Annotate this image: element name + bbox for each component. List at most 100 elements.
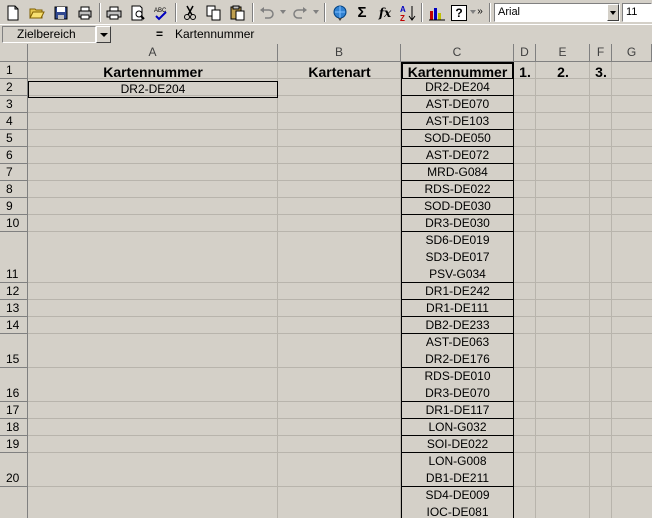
- print-preview-icon[interactable]: [75, 3, 95, 22]
- row-number: 10: [6, 216, 20, 230]
- cell-cnext[interactable]: SD4-DE009 IOC-DE081: [401, 486, 514, 518]
- cell-c15[interactable]: AST-DE063 DR2-DE176: [401, 333, 514, 368]
- cell-c3[interactable]: AST-DE070: [401, 95, 514, 113]
- cell-c-line: DB2-DE233: [425, 318, 490, 332]
- redo-icon[interactable]: [290, 3, 310, 22]
- cut-icon[interactable]: [180, 3, 200, 22]
- new-file-icon[interactable]: [3, 3, 23, 22]
- row-number: 13: [6, 301, 20, 315]
- row-header[interactable]: 2: [0, 79, 28, 96]
- row-header[interactable]: 18: [0, 419, 28, 436]
- column-header-g[interactable]: G: [612, 44, 652, 62]
- cell-c2[interactable]: DR2-DE204: [401, 78, 514, 96]
- cell-c6[interactable]: AST-DE072: [401, 146, 514, 164]
- font-name-dropdown-icon[interactable]: [607, 4, 619, 21]
- cell-d1[interactable]: 1.: [514, 63, 536, 81]
- cell-a1[interactable]: Kartennummer: [28, 63, 278, 81]
- cell-b1[interactable]: Kartenart: [278, 63, 401, 81]
- toolbar-options-icon[interactable]: »: [474, 2, 486, 21]
- name-box[interactable]: Zielbereich: [2, 26, 96, 43]
- row-header[interactable]: [0, 487, 28, 518]
- row-header[interactable]: 19: [0, 436, 28, 453]
- row-header[interactable]: 11: [0, 232, 28, 283]
- row-header[interactable]: 5: [0, 130, 28, 147]
- row-header[interactable]: 14: [0, 317, 28, 334]
- select-all-corner[interactable]: [0, 44, 28, 62]
- chart-icon[interactable]: [427, 3, 447, 22]
- row-header[interactable]: 4: [0, 113, 28, 130]
- name-box-dropdown-icon[interactable]: [96, 26, 111, 43]
- cell-c-line: IOC-DE081: [426, 505, 489, 518]
- gridline-horizontal: [28, 197, 652, 198]
- cell-c-line: DB1-DE211: [425, 471, 490, 485]
- hyperlink-icon[interactable]: [330, 3, 350, 22]
- cell-c11[interactable]: SD6-DE019 SD3-DE017 PSV-G034: [401, 231, 514, 283]
- function-icon[interactable]: fx: [375, 3, 395, 22]
- cell-c16[interactable]: RDS-DE010 DR3-DE070: [401, 367, 514, 402]
- cell-e1[interactable]: 2.: [536, 63, 590, 81]
- cell-c19[interactable]: SOI-DE022: [401, 435, 514, 453]
- row-header[interactable]: 12: [0, 283, 28, 300]
- font-size-value: 11: [626, 6, 638, 18]
- cell-c18[interactable]: LON-G032: [401, 418, 514, 436]
- cell-c9[interactable]: SOD-DE030: [401, 197, 514, 215]
- cell-c13[interactable]: DR1-DE111: [401, 299, 514, 317]
- paste-icon[interactable]: [228, 3, 248, 22]
- row-number: 7: [6, 165, 13, 179]
- row-header[interactable]: 15: [0, 334, 28, 368]
- cell-c12[interactable]: DR1-DE242: [401, 282, 514, 300]
- row-header[interactable]: 17: [0, 402, 28, 419]
- cell-c-line: LON-G008: [428, 454, 487, 468]
- font-size-box[interactable]: 11: [622, 3, 652, 22]
- column-header-a[interactable]: A: [28, 44, 278, 62]
- row-header[interactable]: 7: [0, 164, 28, 181]
- help-icon[interactable]: ?: [451, 5, 467, 21]
- sort-ascending-icon[interactable]: AZ: [398, 3, 418, 22]
- spellcheck-icon[interactable]: ABC: [152, 3, 172, 22]
- row-header[interactable]: 13: [0, 300, 28, 317]
- open-folder-icon[interactable]: [27, 3, 47, 22]
- print-icon[interactable]: [104, 3, 124, 22]
- save-icon[interactable]: [51, 3, 71, 22]
- column-header-d[interactable]: D: [514, 44, 536, 62]
- cell-f1[interactable]: 3.: [590, 63, 612, 81]
- row-header[interactable]: 1: [0, 62, 28, 79]
- row-number: 3: [6, 97, 13, 111]
- cell-a2[interactable]: DR2-DE204: [28, 81, 278, 98]
- gridline-horizontal: [28, 129, 652, 130]
- gridline-vertical: [535, 62, 536, 518]
- gridline-horizontal: [28, 163, 652, 164]
- row-header[interactable]: 9: [0, 198, 28, 215]
- copy-icon[interactable]: [204, 3, 224, 22]
- row-header[interactable]: 20: [0, 453, 28, 487]
- row-header[interactable]: 3: [0, 96, 28, 113]
- cell-c17[interactable]: DR1-DE117: [401, 401, 514, 419]
- column-header-c[interactable]: C: [401, 44, 514, 62]
- cell-c-line: MRD-G084: [427, 165, 488, 179]
- column-header-f[interactable]: F: [590, 44, 612, 62]
- font-name-box[interactable]: Arial: [494, 3, 620, 22]
- cell-c7[interactable]: MRD-G084: [401, 163, 514, 181]
- autosum-icon[interactable]: Σ: [352, 3, 372, 22]
- worksheet-grid[interactable]: ABCDEFG 1 2 3 4 5 6 7 8 9 10 11 12 13 14 15 16 17 18 19 20 …: [0, 44, 652, 518]
- formula-input[interactable]: Kartennummer: [170, 26, 652, 43]
- cell-c4[interactable]: AST-DE103: [401, 112, 514, 130]
- preview-icon[interactable]: [128, 3, 148, 22]
- cell-c5[interactable]: SOD-DE050: [401, 129, 514, 147]
- column-header-e[interactable]: E: [536, 44, 590, 62]
- row-header[interactable]: 16: [0, 368, 28, 402]
- cell-c10[interactable]: DR3-DE030: [401, 214, 514, 232]
- row-header[interactable]: 10: [0, 215, 28, 232]
- cell-c-line: DR2-DE204: [425, 80, 490, 94]
- toolbar-separator: [99, 3, 101, 22]
- cell-c20[interactable]: LON-G008 DB1-DE211: [401, 452, 514, 487]
- column-header-b[interactable]: B: [278, 44, 401, 62]
- cell-c8[interactable]: RDS-DE022: [401, 180, 514, 198]
- undo-icon[interactable]: [257, 3, 277, 22]
- cell-c14[interactable]: DB2-DE233: [401, 316, 514, 334]
- row-header[interactable]: 6: [0, 147, 28, 164]
- undo-dropdown-icon[interactable]: [280, 10, 286, 14]
- row-header[interactable]: 8: [0, 181, 28, 198]
- row-number: 18: [6, 420, 20, 434]
- redo-dropdown-icon[interactable]: [313, 10, 319, 14]
